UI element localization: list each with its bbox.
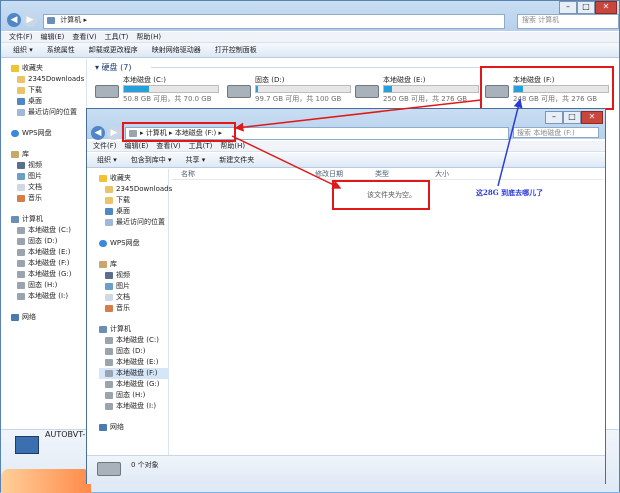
arrow-address-to-empty [231,135,342,189]
annotation-arrows [231,98,523,189]
arrow-note-to-drive [497,98,523,187]
arrow-drive-to-address [234,99,482,132]
annotation-note: 这28G 到底去哪儿了 [476,188,544,197]
